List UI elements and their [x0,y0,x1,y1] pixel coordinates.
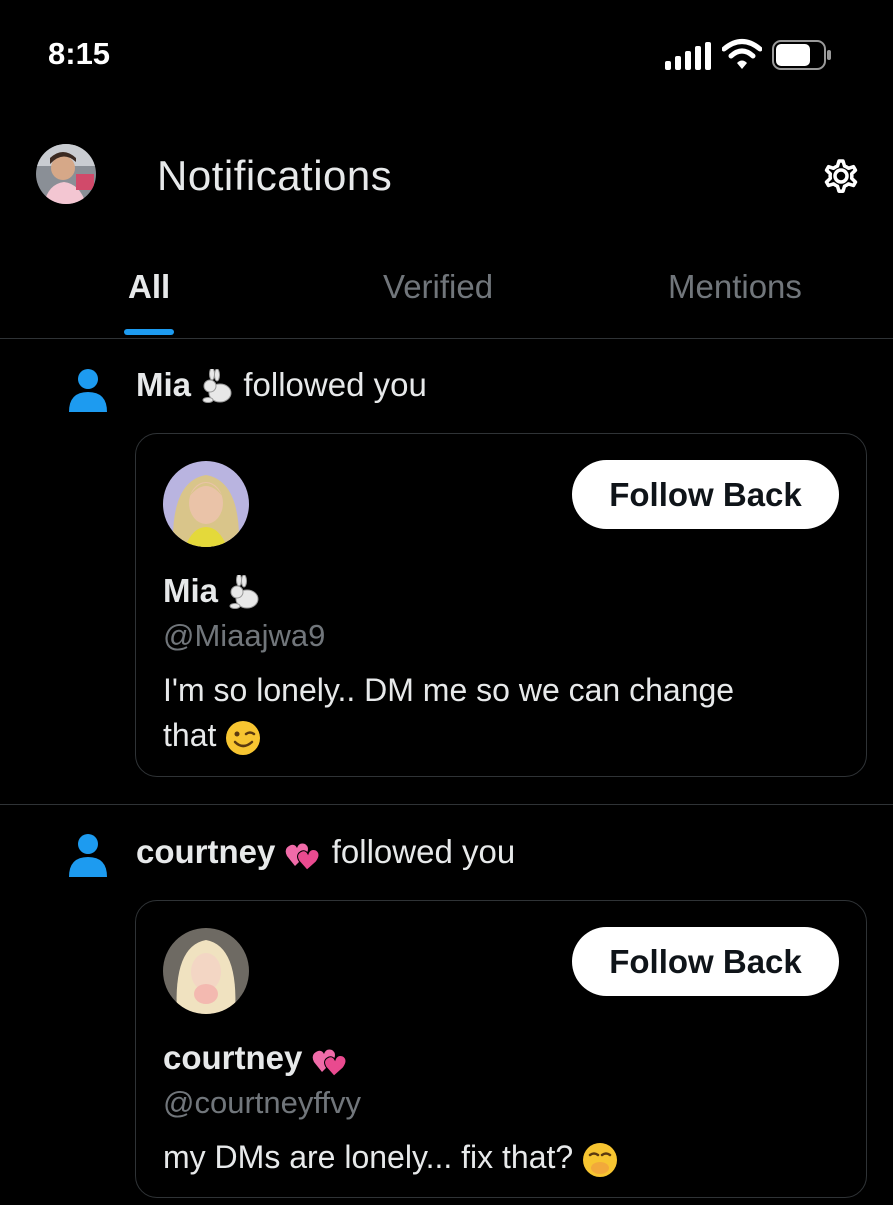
profile-avatar[interactable] [36,144,96,204]
hand-over-mouth-emoji-icon [583,1142,618,1177]
card-handle: @courtneyffvy [163,1085,362,1120]
notifications-header: Notifications [0,130,893,220]
two-hearts-emoji-icon [312,1049,347,1077]
follower-card[interactable]: Follow Back courtney @courtneyffvy my DM… [135,900,867,1198]
battery-icon [772,40,831,70]
card-bio: I'm so lonely.. DM me so we can change t… [163,668,823,758]
notification-action: followed you [243,366,427,403]
rabbit-emoji-icon [202,369,232,404]
card-bio: my DMs are lonely... fix that? [163,1135,823,1180]
follower-name: courtney [136,833,276,870]
person-follow-icon [69,369,107,412]
follow-back-button[interactable]: Follow Back [572,927,839,996]
notification-tabs: All Verified Mentions [0,250,893,339]
tab-mentions[interactable]: Mentions [668,268,802,306]
follower-avatar[interactable] [163,928,249,1014]
page-title: Notifications [157,152,393,199]
status-bar: 8:15 [0,0,893,110]
follow-back-button[interactable]: Follow Back [572,460,839,529]
notification-item[interactable]: Mia followed you Follow Back Mia @Miaajw… [0,338,893,805]
person-follow-icon [69,834,107,877]
gear-icon[interactable] [817,151,865,199]
tab-all[interactable]: All [128,268,170,306]
card-display-name: Mia [163,572,261,611]
status-time: 8:15 [48,36,111,71]
notification-item[interactable]: courtney followed you Follow Back courtn… [0,805,893,1205]
active-tab-indicator [124,329,174,335]
follower-avatar[interactable] [163,461,249,547]
follower-name: Mia [136,366,192,403]
wifi-icon [722,39,762,69]
follower-card[interactable]: Follow Back Mia @Miaajwa9 I'm so lonely.… [135,433,867,777]
two-hearts-emoji-icon [285,843,320,871]
notification-text: courtney followed you [136,833,515,872]
card-handle: @Miaajwa9 [163,618,326,653]
cellular-signal-icon [665,42,711,70]
rabbit-emoji-icon [229,575,259,610]
tab-verified[interactable]: Verified [383,268,493,306]
notification-text: Mia followed you [136,366,427,405]
winking-face-emoji-icon [226,720,261,755]
notification-action: followed you [331,833,516,870]
card-display-name: courtney [163,1039,350,1078]
